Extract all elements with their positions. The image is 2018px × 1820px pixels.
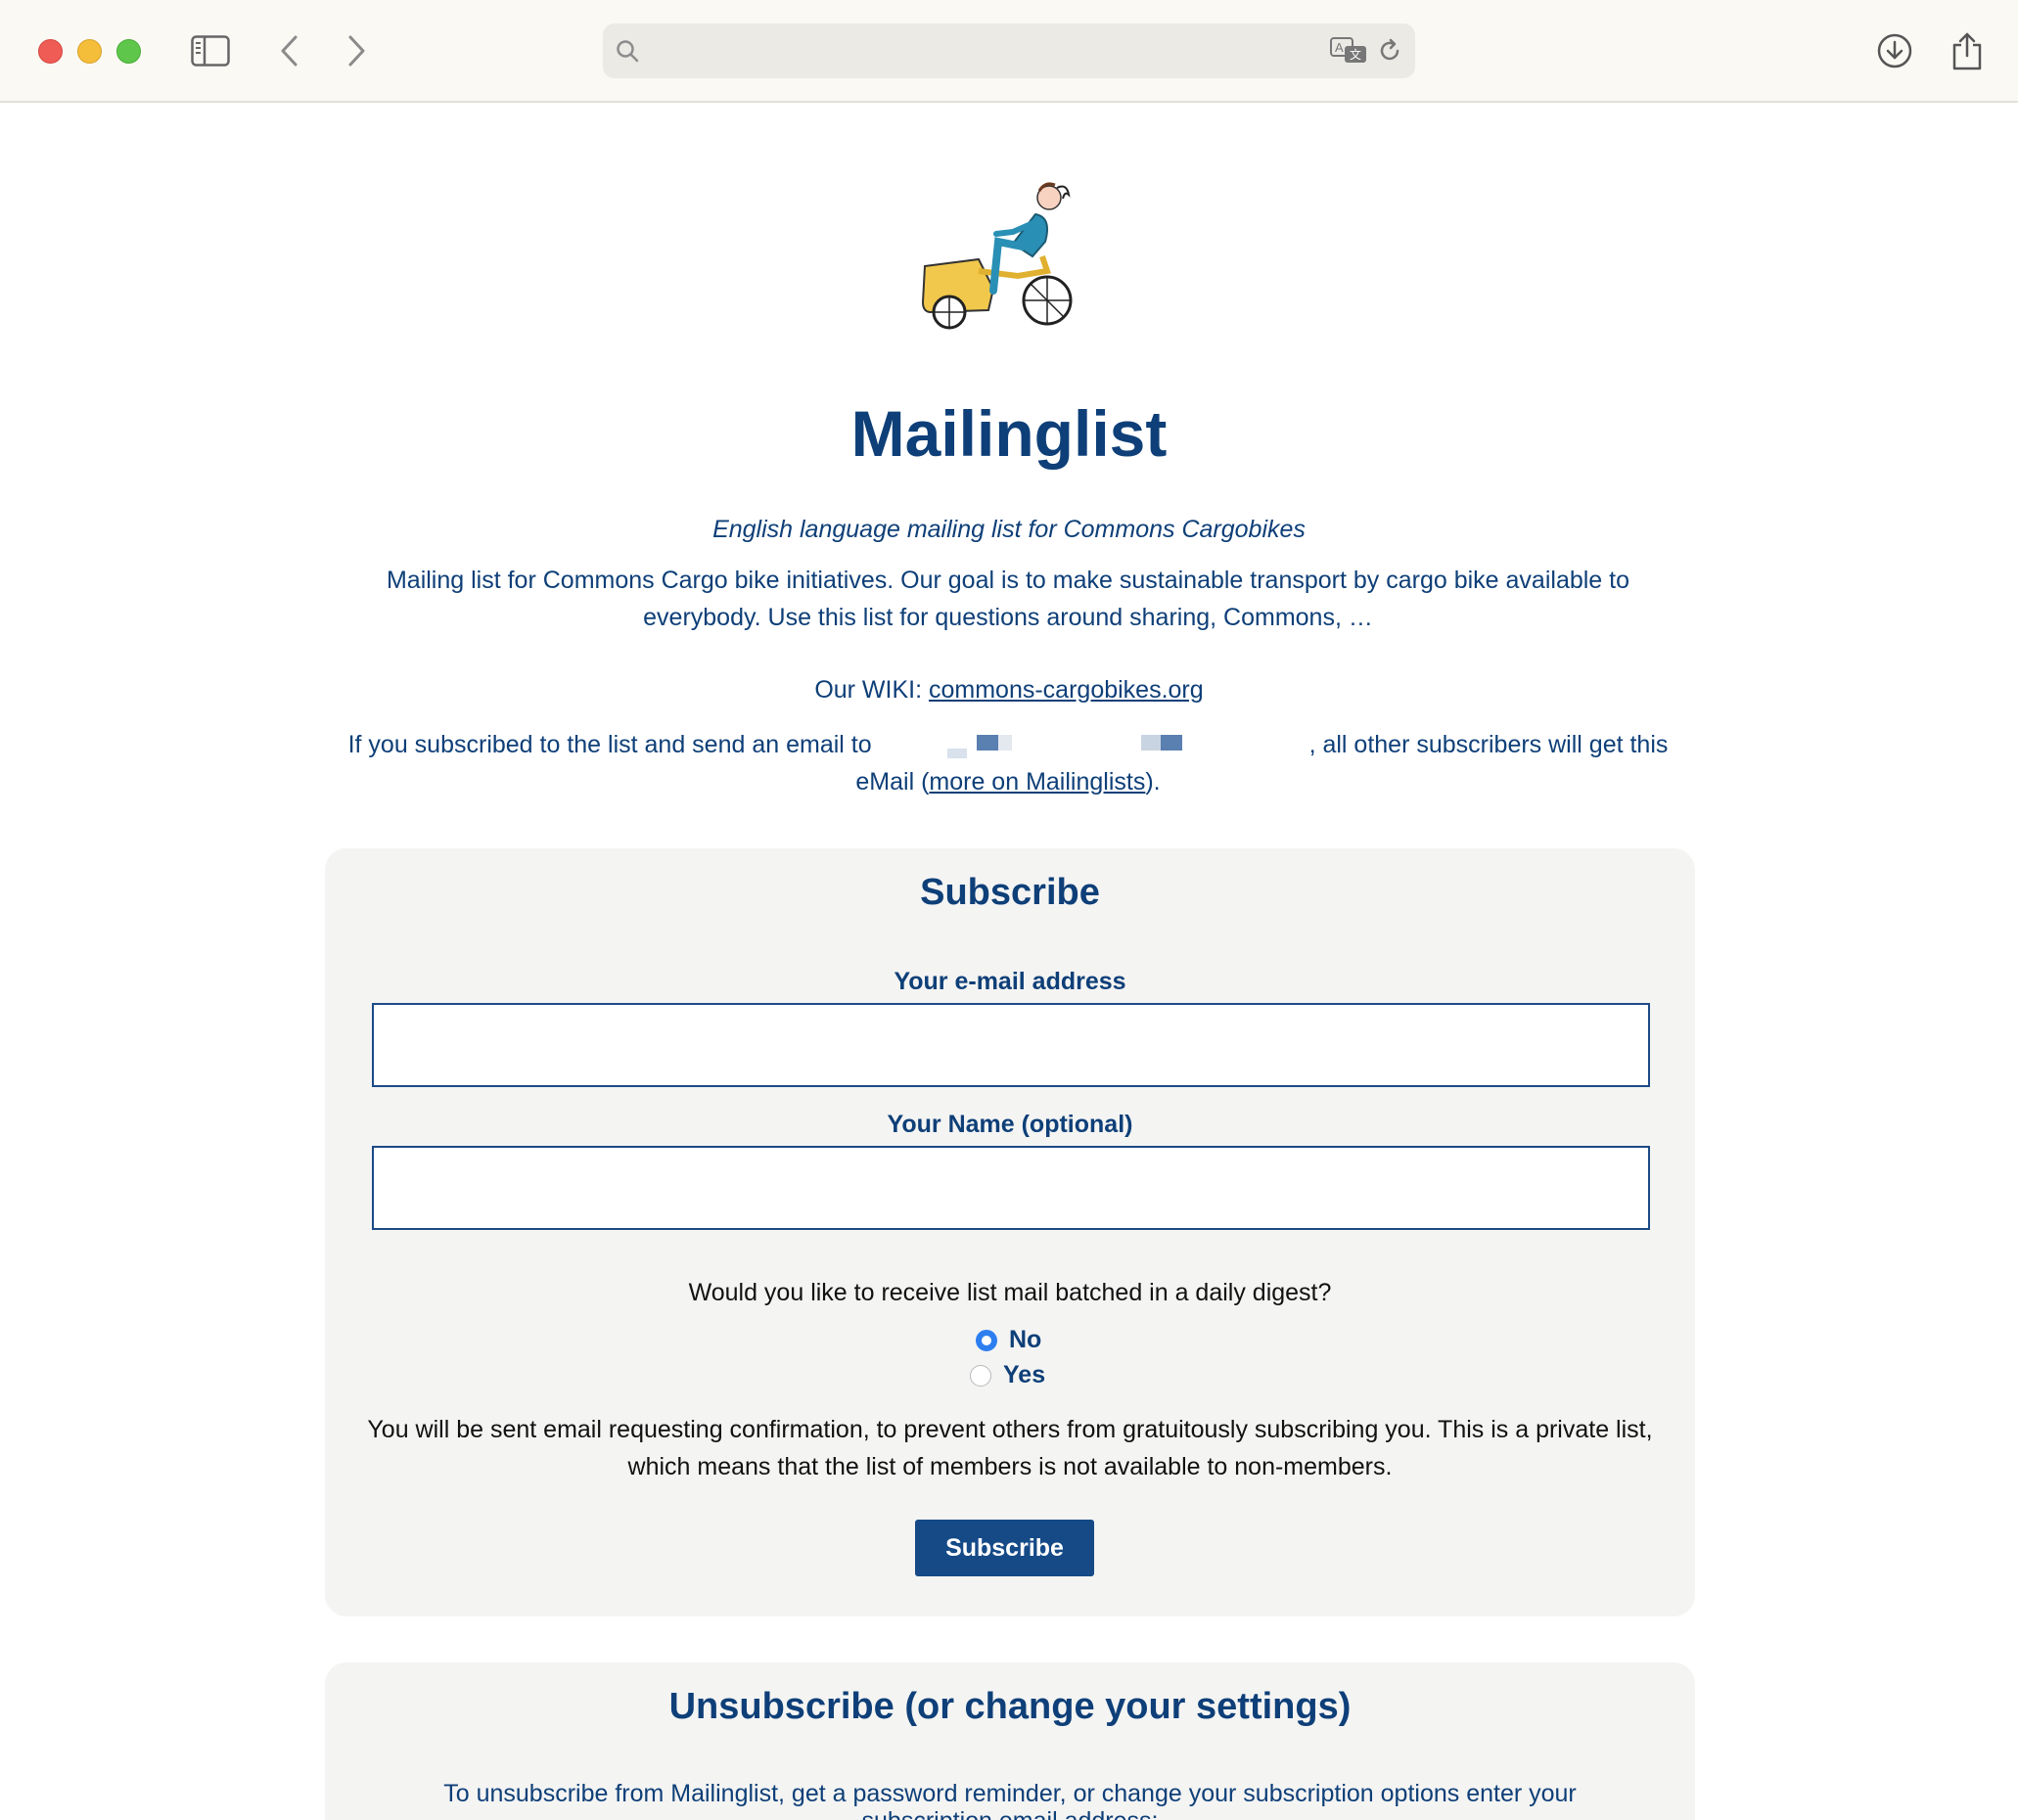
back-icon[interactable] [268,29,311,72]
forward-icon[interactable] [335,29,378,72]
posting-info-end: ). [1145,768,1161,796]
subscribe-heading: Subscribe [920,872,1100,913]
svg-text:A: A [1335,40,1344,55]
reload-icon[interactable] [1376,33,1403,68]
page-title: Mailinglist [850,397,1168,470]
digest-option-no-label: No [1009,1326,1042,1353]
svg-text:文: 文 [1350,47,1361,62]
cargobike-logo [920,173,1086,330]
download-icon[interactable] [1873,29,1916,72]
share-icon[interactable] [1946,29,1989,72]
wiki-link[interactable]: commons-cargobikes.org [929,676,1204,704]
unsubscribe-card: Unsubscribe (or change your settings) To… [325,1662,1695,1820]
unsubscribe-text: To unsubscribe from Mailinglist, get a p… [443,1780,1577,1820]
search-icon [615,33,640,68]
digest-question: Would you like to receive list mail batc… [688,1279,1332,1306]
list-tagline: English language mailing list for Common… [712,516,1306,543]
sidebar-icon[interactable] [189,29,232,72]
subscribe-card: Subscribe Your e-mail address Your Name … [325,848,1695,1616]
confirmation-note: You will be sent email requesting confir… [367,1416,1653,1480]
subscribe-button[interactable]: Subscribe [915,1520,1094,1576]
posting-info: If you subscribed to the list and send a… [323,726,1693,800]
wiki-line: Our WIKI: commons-cargobikes.org [0,676,2018,705]
wiki-label: Our WIKI: [814,676,929,704]
translate-icon[interactable]: A文 [1329,33,1368,68]
more-on-mailinglists-link[interactable]: more on Mailinglists [929,768,1145,796]
unsubscribe-heading: Unsubscribe (or change your settings) [668,1686,1352,1727]
email-field[interactable] [372,1003,1650,1087]
close-window-button[interactable] [38,39,63,64]
redacted-list-address [879,731,1309,760]
address-bar[interactable]: A文 [603,23,1415,78]
minimize-window-button[interactable] [77,39,102,64]
list-description: Mailing list for Commons Cargo bike init… [386,567,1630,631]
email-label: Your e-mail address [894,968,1126,995]
radio-selected-icon[interactable] [976,1329,997,1351]
name-label: Your Name (optional) [887,1111,1133,1138]
radio-unselected-icon[interactable] [970,1364,991,1387]
browser-toolbar: A文 [0,0,2018,103]
zoom-window-button[interactable] [116,39,141,64]
digest-option-yes[interactable]: Yes [970,1361,1045,1389]
page-content: Mailinglist English language mailing lis… [0,105,2018,1820]
posting-info-prefix: If you subscribed to the list and send a… [347,731,879,758]
digest-option-no[interactable]: No [976,1326,1041,1354]
digest-option-yes-label: Yes [1003,1361,1046,1388]
name-field[interactable] [372,1146,1650,1230]
